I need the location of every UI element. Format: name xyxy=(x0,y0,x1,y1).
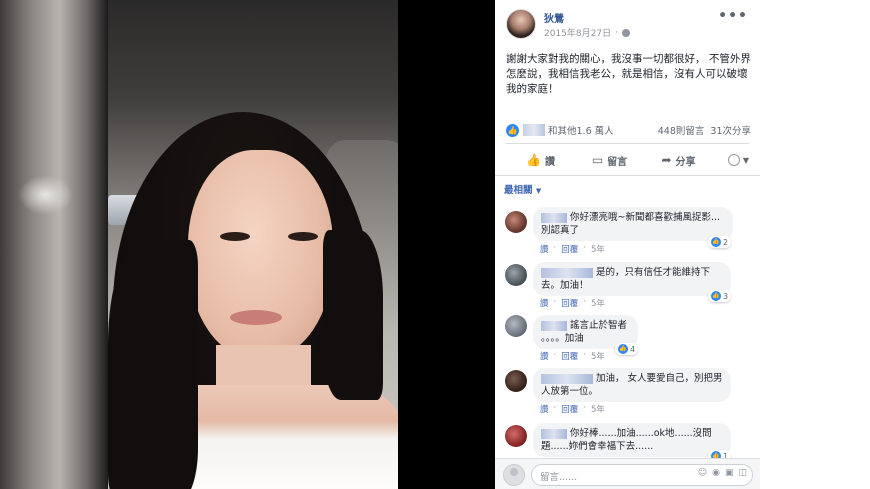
post-date[interactable]: 2015年8月27日 xyxy=(544,26,611,39)
comment-meta: 讚 · 回覆 · 5年 xyxy=(540,403,605,415)
lips xyxy=(230,310,282,325)
post-stats: 👍 和其他1.6 萬人 448則留言 31次分享 xyxy=(506,120,751,140)
share-arrow-icon: ➦ xyxy=(661,153,672,167)
comment-age[interactable]: 5年 xyxy=(591,403,605,415)
comment-age[interactable]: 5年 xyxy=(591,350,605,362)
thumbs-up-icon: 👍 xyxy=(711,291,721,301)
reactions-count[interactable]: 和其他1.6 萬人 xyxy=(548,123,614,137)
chevron-down-icon: ▼ xyxy=(742,155,749,165)
comment-meta: 讚 · 回覆 · 5年 xyxy=(540,243,605,255)
viewer-avatar xyxy=(503,464,525,486)
more-options-icon[interactable]: ••• xyxy=(718,8,748,24)
right-eye xyxy=(288,232,318,241)
post-header: 狄鶯 2015年8月27日 · ••• xyxy=(495,0,760,44)
author-avatar[interactable] xyxy=(506,9,536,39)
speech-bubble-icon: ▭ xyxy=(591,153,604,167)
profile-circle-icon xyxy=(727,154,740,166)
comment-like-link[interactable]: 讚 xyxy=(540,350,549,362)
comment-like-link[interactable]: 讚 xyxy=(540,403,549,415)
author-name[interactable]: 狄鶯 xyxy=(544,10,564,25)
comment-reaction-badge[interactable]: 👍 3 xyxy=(708,290,732,302)
gif-icon[interactable]: ▣ xyxy=(725,468,734,478)
commenter-avatar[interactable] xyxy=(505,264,527,286)
comment-reaction-badge[interactable]: 👍 2 xyxy=(708,236,732,248)
sort-dropdown[interactable]: 最相關 ▼ xyxy=(504,182,541,196)
blurred-commenter-name[interactable] xyxy=(541,267,593,278)
hair-strand-left xyxy=(108,240,198,489)
commenter-avatar[interactable] xyxy=(505,211,527,233)
blurred-commenter-name[interactable] xyxy=(541,428,567,439)
comment-bubble: 你好漂亮哦~新聞都喜歡捕風捉影...別認真了 xyxy=(533,207,733,241)
composer-icons: ☺ ◉ ▣ ◫ xyxy=(698,468,747,478)
comment-reply-link[interactable]: 回覆 xyxy=(561,297,578,309)
blurred-reactor-name xyxy=(523,124,545,136)
like-button[interactable]: 👍 讚 xyxy=(506,153,575,168)
post-date-row: 2015年8月27日 · xyxy=(544,26,630,39)
comment-bubble: 是的，只有信任才能維持下去。加油！ xyxy=(533,262,731,296)
blurred-commenter-name[interactable] xyxy=(541,212,567,223)
shares-count[interactable]: 31次分享 xyxy=(710,123,751,137)
comment-age[interactable]: 5年 xyxy=(591,243,605,255)
post-photo[interactable] xyxy=(108,0,398,489)
face xyxy=(188,150,333,360)
commenter-avatar[interactable] xyxy=(505,315,527,337)
action-bar: 👍 讚 ▭ 留言 ➦ 分享 ▼ xyxy=(506,146,749,174)
comment-reply-link[interactable]: 回覆 xyxy=(561,403,578,415)
comment-meta: 讚 · 回覆 · 5年 xyxy=(540,350,605,362)
page-background xyxy=(760,0,870,489)
thumbs-up-icon: 👍 xyxy=(711,237,721,247)
photo-viewer xyxy=(0,0,495,489)
like-label: 讚 xyxy=(544,156,555,168)
blurred-commenter-name[interactable] xyxy=(541,320,567,331)
comment-like-link[interactable]: 讚 xyxy=(540,243,549,255)
comment-reaction-badge[interactable]: 👍 4 xyxy=(615,343,639,355)
post-text: 謝謝大家對我的關心，我沒事一切都很好， 不管外界怎麼說，我相信我老公，就是相信，… xyxy=(506,53,751,95)
divider xyxy=(495,175,760,176)
sticker-icon[interactable]: ◫ xyxy=(738,468,747,478)
comment-reaction-count: 2 xyxy=(723,237,729,247)
comment-button[interactable]: ▭ 留言 xyxy=(575,153,644,168)
comment-label: 留言 xyxy=(607,156,628,168)
hair-strand-right xyxy=(323,230,383,400)
thumbs-up-icon: 👍 xyxy=(526,153,541,167)
comment-reaction-count: 4 xyxy=(630,344,636,354)
comment-bubble: 你好棒......加油......ok地......沒問題......妳們會幸福… xyxy=(533,423,731,457)
commenter-avatar[interactable] xyxy=(505,425,527,447)
comment-age[interactable]: 5年 xyxy=(591,297,605,309)
thumbs-up-icon: 👍 xyxy=(506,123,519,137)
thumbs-up-icon: 👍 xyxy=(618,344,628,354)
sort-label: 最相關 xyxy=(504,185,533,196)
comment-meta: 讚 · 回覆 · 5年 xyxy=(540,297,605,309)
camera-icon[interactable]: ◉ xyxy=(712,468,720,478)
chevron-down-icon: ▼ xyxy=(535,187,542,195)
comment-text: 你好漂亮哦~新聞都喜歡捕風捉影...別認真了 xyxy=(541,212,721,236)
left-eye xyxy=(220,232,250,241)
comment-reaction-count: 3 xyxy=(723,291,729,301)
comment-bubble: 加油， 女人要愛自己，別把男人放第一位。 xyxy=(533,368,731,402)
blurred-commenter-name[interactable] xyxy=(541,373,593,384)
comments-count[interactable]: 448則留言 xyxy=(658,123,705,137)
globe-icon xyxy=(621,28,630,37)
comment-reply-link[interactable]: 回覆 xyxy=(561,243,578,255)
emoji-icon[interactable]: ☺ xyxy=(698,468,707,478)
share-button[interactable]: ➦ 分享 xyxy=(644,153,713,168)
divider xyxy=(506,143,749,144)
post-panel: 狄鶯 2015年8月27日 · ••• 謝謝大家對我的關心，我沒事一切都很好， … xyxy=(495,0,760,489)
commenter-avatar[interactable] xyxy=(505,370,527,392)
comment-like-link[interactable]: 讚 xyxy=(540,297,549,309)
blurred-background xyxy=(0,0,108,489)
reaction-picker[interactable]: ▼ xyxy=(713,154,749,166)
share-label: 分享 xyxy=(675,156,696,168)
comment-reply-link[interactable]: 回覆 xyxy=(561,350,578,362)
comment-composer: 留言...... ☺ ◉ ▣ ◫ xyxy=(495,458,760,489)
